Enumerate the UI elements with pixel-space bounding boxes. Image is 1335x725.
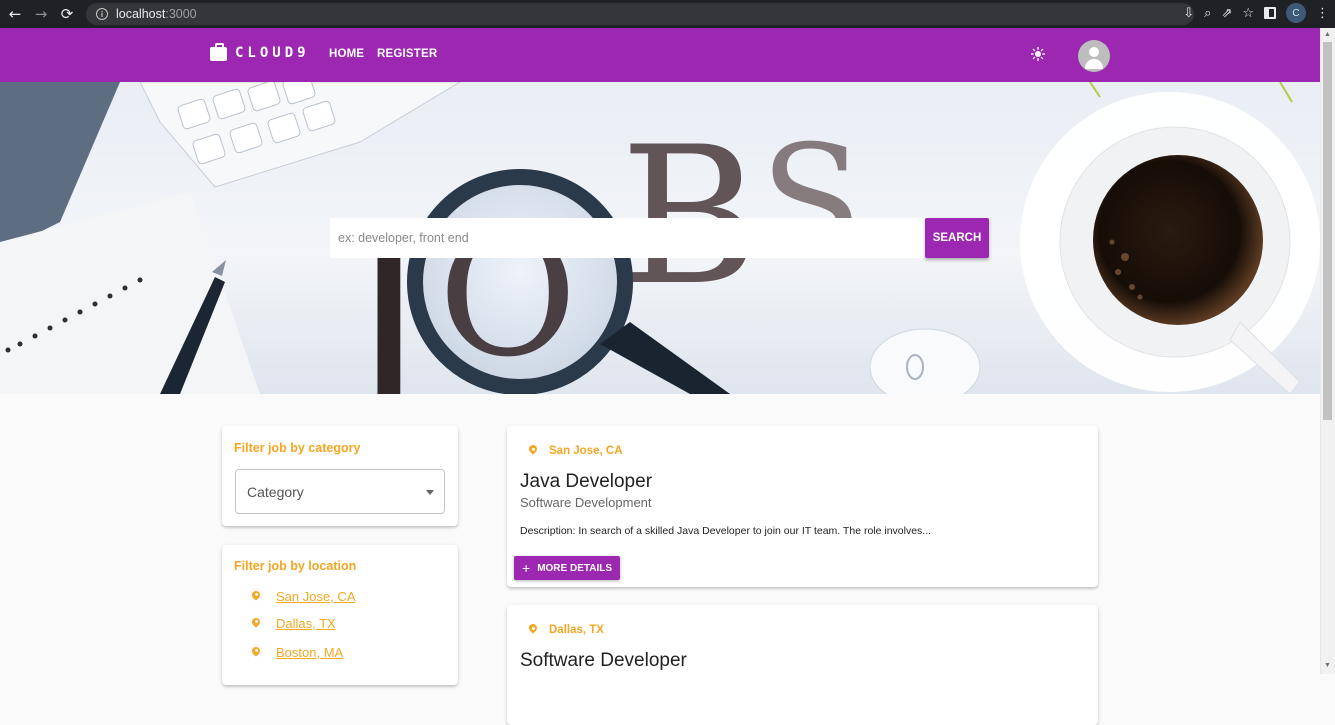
job-search-input[interactable] <box>330 218 926 258</box>
theme-toggle-sun-icon[interactable] <box>1031 47 1045 61</box>
nav-register-link[interactable]: REGISTER <box>377 48 437 60</box>
url-port: :3000 <box>165 7 197 21</box>
side-panel-icon[interactable] <box>1264 7 1276 19</box>
location-pin-icon <box>252 618 260 630</box>
site-info-icon[interactable]: i <box>96 8 108 20</box>
location-pin-icon <box>529 445 537 457</box>
job-location-text: Dallas, TX <box>549 624 604 636</box>
location-link[interactable]: San Jose, CA <box>276 589 356 604</box>
location-link[interactable]: Boston, MA <box>276 645 343 660</box>
job-location: Dallas, TX <box>529 624 604 636</box>
zoom-icon[interactable]: ⌕ <box>1204 6 1211 21</box>
menu-kebab-icon[interactable]: ⋮ <box>1316 6 1329 21</box>
location-link[interactable]: Dallas, TX <box>276 616 336 631</box>
scroll-down-arrow-icon[interactable]: ▼ <box>1324 662 1331 669</box>
location-item[interactable]: San Jose, CA <box>252 589 356 604</box>
user-avatar[interactable] <box>1078 40 1110 72</box>
search-button[interactable]: SEARCH <box>925 218 989 258</box>
share-icon[interactable]: ⇗ <box>1221 6 1232 21</box>
nav-home-link[interactable]: HOME <box>329 48 364 60</box>
briefcase-icon <box>210 43 227 61</box>
job-description: Description: In search of a skilled Java… <box>520 525 932 537</box>
bookmark-star-icon[interactable]: ☆ <box>1242 6 1254 21</box>
job-card: San Jose, CA Java Developer Software Dev… <box>507 426 1098 587</box>
location-item[interactable]: Dallas, TX <box>252 616 336 631</box>
address-bar[interactable]: i localhost:3000 <box>86 3 1194 25</box>
more-details-button[interactable]: + MORE DETAILS <box>514 556 621 580</box>
job-title: Java Developer <box>520 471 653 492</box>
location-pin-icon <box>529 624 537 636</box>
install-icon[interactable]: ⇩ <box>1183 6 1194 21</box>
location-filter-title: Filter job by location <box>234 559 357 573</box>
plus-icon: + <box>522 560 531 576</box>
category-filter-card: Filter job by category Category <box>222 426 458 526</box>
profile-avatar[interactable]: C <box>1286 3 1306 23</box>
scroll-up-arrow-icon[interactable]: ▲ <box>1324 31 1331 38</box>
chevron-down-icon <box>426 490 434 495</box>
location-pin-icon <box>252 647 260 659</box>
reload-icon[interactable]: ⟳ <box>56 3 78 25</box>
browser-toolbar: ← → ⟳ i localhost:3000 ⇩ ⌕ ⇗ ☆ C ⋮ <box>0 0 1335 28</box>
svg-text:S: S <box>760 114 863 288</box>
location-item[interactable]: Boston, MA <box>252 645 343 660</box>
brand-name: CLOUD9 <box>235 45 310 61</box>
job-title: Software Developer <box>520 650 687 671</box>
scrollbar-thumb[interactable] <box>1323 42 1332 420</box>
location-pin-icon <box>252 591 260 603</box>
forward-arrow-icon[interactable]: → <box>30 3 52 25</box>
job-location-text: San Jose, CA <box>549 445 623 457</box>
job-location: San Jose, CA <box>529 445 623 457</box>
brand-logo[interactable]: CLOUD9 <box>210 43 310 61</box>
job-card: Dallas, TX Software Developer <box>507 605 1098 725</box>
location-filter-card: Filter job by location San Jose, CA Dall… <box>222 545 458 685</box>
more-details-label: MORE DETAILS <box>537 562 613 574</box>
category-select-label: Category <box>247 484 304 500</box>
category-filter-title: Filter job by category <box>234 441 361 455</box>
hero-banner: J B S O SEARCH <box>0 82 1320 394</box>
category-select[interactable]: Category <box>235 469 445 514</box>
job-category: Software Development <box>520 495 652 510</box>
app-bar: CLOUD9 HOME REGISTER <box>0 28 1320 82</box>
svg-text:B: B <box>620 106 760 327</box>
back-arrow-icon[interactable]: ← <box>4 3 26 25</box>
url-host: localhost <box>116 7 166 21</box>
